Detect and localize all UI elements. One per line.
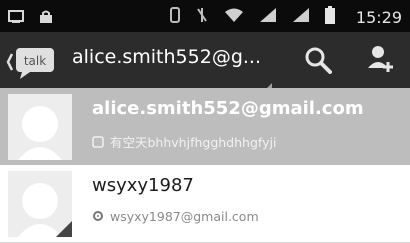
contact-list: alice.smith552@gmail.com 有空天bhhvhjfhgghd…	[0, 88, 410, 243]
action-bar: talk alice.smith552@g...	[0, 32, 410, 91]
list-item[interactable]: alice.smith552@gmail.com 有空天bhhvhjfhgghd…	[0, 88, 410, 165]
avatar[interactable]	[8, 171, 72, 237]
contact-name: alice.smith552@gmail.com	[92, 98, 364, 119]
contact-status: 有空天bhhvhjfhgghdhhgfyji	[110, 135, 277, 150]
data-icon	[169, 6, 181, 28]
search-icon	[304, 47, 332, 78]
search-button[interactable]	[304, 46, 332, 78]
clock: 15:29	[355, 7, 402, 27]
avatar[interactable]	[8, 94, 72, 160]
list-item[interactable]: wsyxy1987 wsyxy1987@gmail.com	[0, 165, 410, 243]
battery-icon	[324, 6, 335, 28]
contact-status: wsyxy1987@gmail.com	[110, 209, 259, 224]
status-bar: 15:29	[0, 0, 410, 32]
signal-icon	[292, 7, 310, 27]
mute-icon	[196, 6, 208, 28]
gear-icon	[92, 210, 104, 225]
add-contact-button[interactable]	[366, 44, 396, 78]
add-contact-icon	[366, 46, 396, 78]
talk-icon-label: talk	[24, 54, 46, 68]
contact-name: wsyxy1987	[92, 175, 194, 196]
available-icon	[92, 136, 104, 151]
screen-icon	[8, 9, 24, 28]
account-title[interactable]: alice.smith552@g...	[72, 46, 262, 68]
talk-icon[interactable]: talk	[6, 44, 58, 80]
wifi-icon	[224, 7, 244, 27]
signal-icon	[259, 7, 277, 27]
lock-icon	[39, 9, 53, 28]
